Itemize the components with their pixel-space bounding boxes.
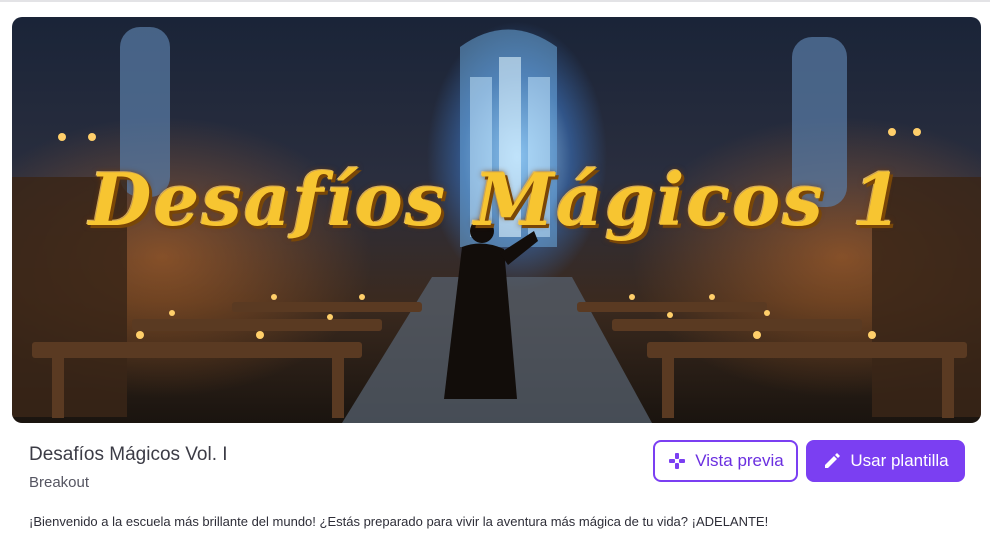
use-template-button-label: Usar plantilla [850, 451, 949, 470]
cover-title: Desafíos Mágicos 1 [89, 157, 904, 242]
cover-image: Desafíos Mágicos 1 [12, 17, 981, 423]
gamepad-icon [667, 451, 687, 471]
template-description: ¡Bienvenido a la escuela más brillante d… [29, 514, 769, 529]
use-template-button[interactable]: Usar plantilla [806, 440, 965, 482]
preview-button[interactable]: Vista previa [653, 440, 798, 482]
preview-button-label: Vista previa [695, 451, 784, 470]
top-divider [0, 0, 990, 2]
pencil-icon [822, 451, 842, 471]
template-type: Breakout [29, 474, 90, 491]
template-title: Desafíos Mágicos Vol. I [29, 444, 228, 465]
